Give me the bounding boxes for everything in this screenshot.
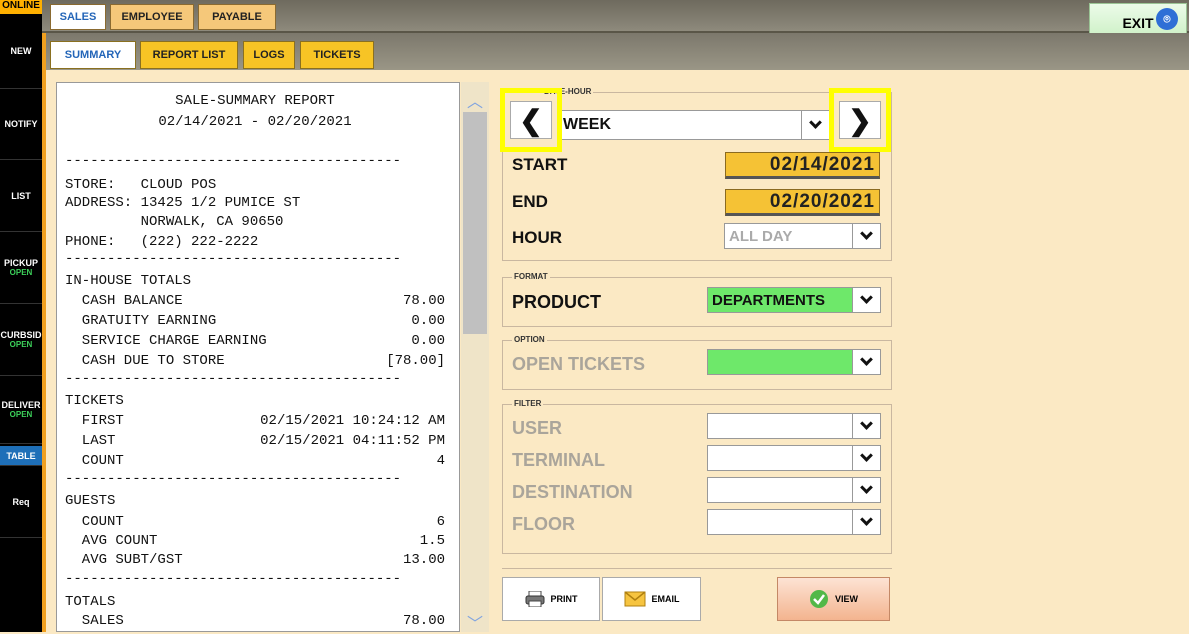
destination-label: DESTINATION — [512, 482, 633, 502]
chevron-left-icon: ❮ — [510, 101, 552, 139]
tab-logs[interactable]: LOGS — [243, 41, 295, 69]
email-button[interactable]: EMAIL — [602, 577, 701, 621]
chevron-down-icon[interactable] — [852, 414, 880, 438]
chevron-down-icon[interactable] — [852, 478, 880, 502]
report-date-range: 02/14/2021 - 02/20/2021 — [158, 114, 352, 130]
report-divider: ---------------------------------------- — [65, 153, 402, 169]
report-row-sales: SALES 78.00 — [65, 613, 445, 629]
chevron-down-icon[interactable] — [852, 446, 880, 470]
delivery-status: OPEN — [9, 410, 33, 419]
screenshot-icon[interactable]: ⌾ — [1156, 8, 1178, 30]
floor-select[interactable] — [707, 509, 881, 535]
tab-report-list[interactable]: REPORT LIST — [140, 41, 238, 69]
report-section-inhouse: IN-HOUSE TOTALS — [65, 273, 192, 289]
sidebar-item-list[interactable]: LIST — [0, 160, 42, 232]
option-legend: OPTION — [512, 335, 547, 344]
report-address-line1: ADDRESS: 13425 1/2 PUMICE ST — [65, 195, 301, 211]
report-divider: ---------------------------------------- — [65, 371, 402, 387]
report-store: STORE: CLOUD POS — [65, 177, 217, 193]
filter-legend: FILTER — [512, 399, 544, 408]
period-select[interactable]: WEEK — [558, 110, 830, 140]
terminal-select[interactable] — [707, 445, 881, 471]
report-title: SALE-SUMMARY REPORT — [175, 93, 335, 109]
report-divider: ---------------------------------------- — [65, 571, 402, 587]
sidebar-item-notify[interactable]: NOTIFY — [0, 89, 42, 160]
sidebar-item-curbside[interactable]: CURBSID OPEN — [0, 304, 42, 376]
chevron-down-icon[interactable] — [801, 111, 829, 139]
chevron-right-icon: ❯ — [839, 101, 881, 139]
floor-label: FLOOR — [512, 514, 575, 534]
sidebar-item-pickup[interactable]: PICKUP OPEN — [0, 232, 42, 304]
report-address-line2: NORWALK, CA 90650 — [65, 214, 284, 230]
hour-label: HOUR — [512, 228, 563, 247]
user-select[interactable] — [707, 413, 881, 439]
end-label: END — [512, 192, 548, 211]
tab-tickets[interactable]: TICKETS — [300, 41, 374, 69]
curbside-status: OPEN — [9, 340, 33, 349]
destination-select[interactable] — [707, 477, 881, 503]
sidebar-item-table[interactable]: TABLE — [0, 446, 42, 466]
report-row-service-charge: SERVICE CHARGE EARNING 0.00 — [65, 333, 445, 349]
report-row-gratuity: GRATUITY EARNING 0.00 — [65, 313, 445, 329]
report-preview: SALE-SUMMARY REPORT 02/14/2021 - 02/20/2… — [56, 82, 460, 632]
end-date-field[interactable]: 02/20/2021 — [725, 189, 880, 216]
previous-period-button[interactable]: ❮ — [500, 88, 562, 152]
report-row-guest-count: COUNT 6 — [65, 514, 445, 530]
checkmark-icon — [809, 590, 828, 608]
report-row-first: FIRST 02/15/2021 10:24:12 AM — [65, 413, 445, 429]
terminal-label: TERMINAL — [512, 450, 605, 470]
scroll-down-icon[interactable]: ﹀ — [467, 610, 483, 634]
print-button[interactable]: PRINT — [502, 577, 600, 621]
next-period-button[interactable]: ❯ — [829, 88, 891, 152]
pickup-status: OPEN — [9, 268, 33, 277]
report-row-avg-subt: AVG SUBT/GST 13.00 — [65, 552, 445, 568]
printer-icon — [525, 591, 544, 607]
left-sidebar: ONLINE NEW NOTIFY LIST PICKUP OPEN CURBSI… — [0, 0, 42, 632]
report-divider: ---------------------------------------- — [65, 251, 402, 267]
report-row-count: COUNT 4 — [65, 453, 445, 469]
product-label: PRODUCT — [512, 292, 601, 312]
chevron-down-icon[interactable] — [852, 350, 880, 374]
tab-sales[interactable]: SALES — [50, 4, 106, 30]
report-section-guests: GUESTS — [65, 493, 116, 509]
chevron-down-icon[interactable] — [852, 288, 880, 312]
scroll-up-icon[interactable]: ︿ — [467, 88, 483, 112]
hour-select[interactable]: ALL DAY — [724, 223, 881, 249]
option-select[interactable] — [707, 349, 881, 375]
report-phone: PHONE: (222) 222-2222 — [65, 234, 259, 250]
sidebar-item-new[interactable]: NEW — [0, 14, 42, 89]
report-row-cash-balance: CASH BALANCE 78.00 — [65, 293, 445, 309]
chevron-down-icon[interactable] — [852, 510, 880, 534]
tab-summary[interactable]: SUMMARY — [50, 41, 136, 69]
scrollbar-thumb[interactable] — [463, 112, 487, 334]
divider — [502, 568, 892, 569]
start-label: START — [512, 155, 568, 174]
tab-payable[interactable]: PAYABLE — [198, 4, 276, 30]
report-section-totals: TOTALS — [65, 594, 116, 610]
report-row-last: LAST 02/15/2021 04:11:52 PM — [65, 433, 445, 449]
start-date-field[interactable]: 02/14/2021 — [725, 152, 880, 179]
tab-employee[interactable]: EMPLOYEE — [110, 4, 194, 30]
sidebar-item-delivery[interactable]: DELIVER OPEN — [0, 376, 42, 444]
open-tickets-label: OPEN TICKETS — [512, 354, 646, 374]
format-legend: FORMAT — [512, 272, 550, 281]
report-divider: ---------------------------------------- — [65, 471, 402, 487]
report-row-cash-due: CASH DUE TO STORE [78.00] — [65, 353, 445, 369]
view-button[interactable]: VIEW — [777, 577, 890, 621]
report-scrollbar[interactable]: ︿ ﹀ — [461, 82, 489, 634]
online-indicator: ONLINE — [0, 0, 42, 14]
chevron-down-icon[interactable] — [852, 224, 880, 248]
sidebar-item-req[interactable]: Req — [0, 466, 42, 538]
user-label: USER — [512, 418, 563, 438]
format-select[interactable]: DEPARTMENTS — [707, 287, 881, 313]
envelope-icon — [624, 591, 645, 607]
report-section-tickets: TICKETS — [65, 393, 124, 409]
report-row-avg-count: AVG COUNT 1.5 — [65, 533, 445, 549]
